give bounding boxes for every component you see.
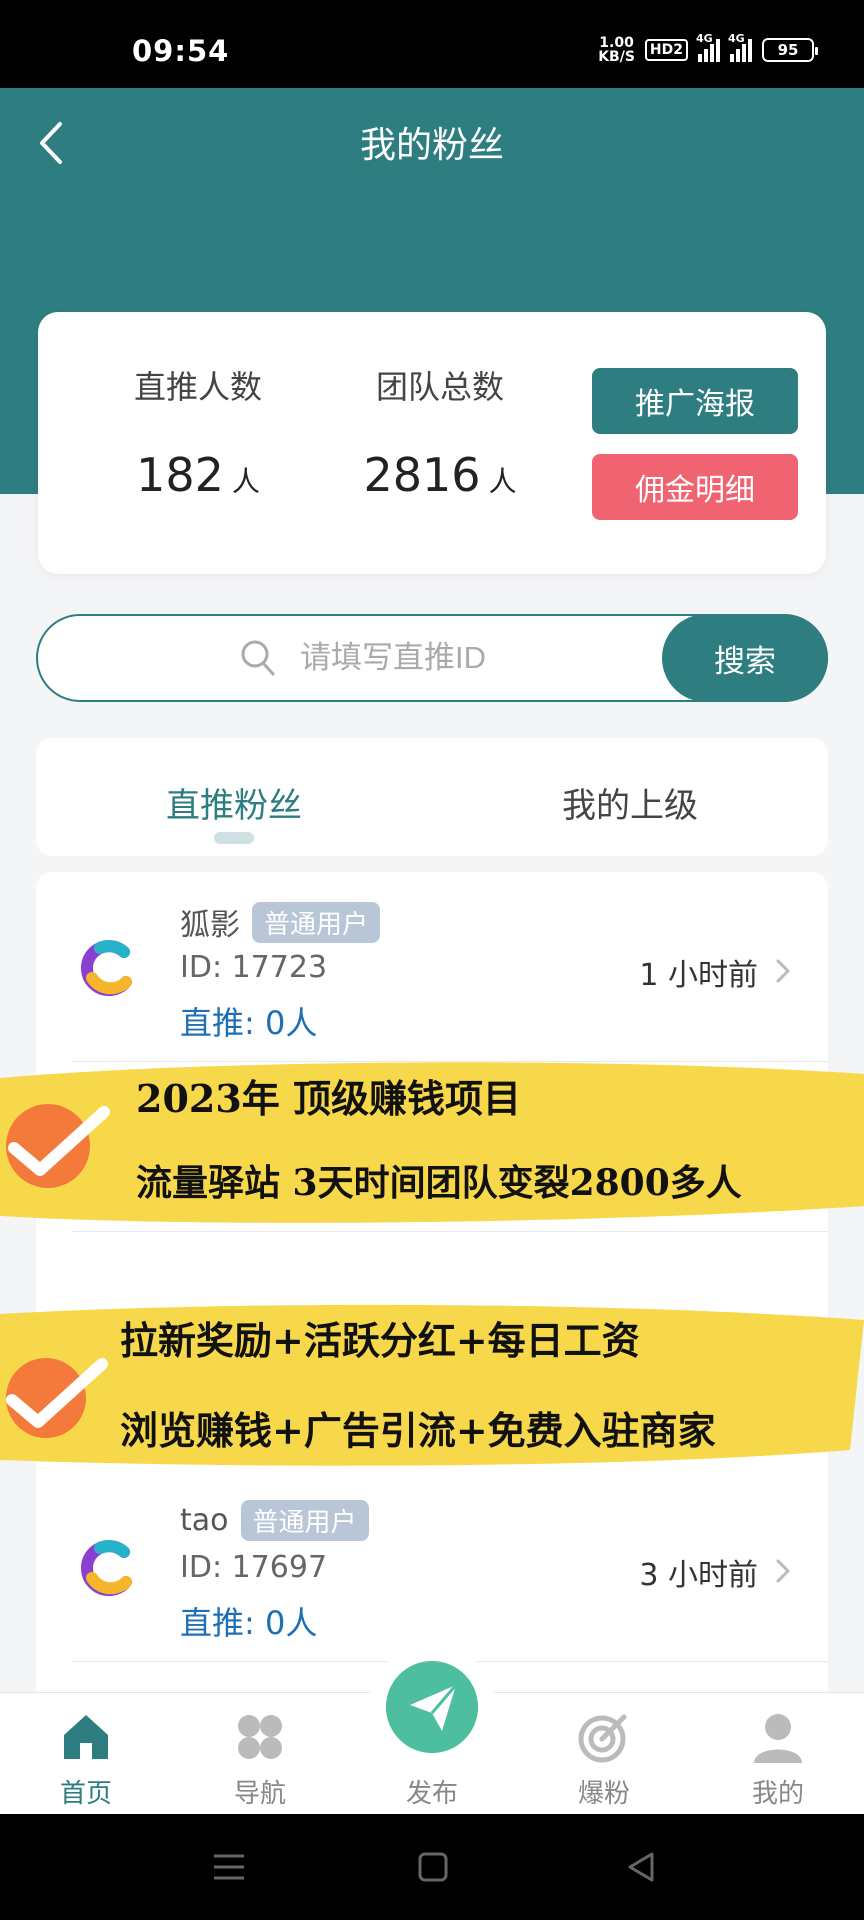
back-triangle-icon[interactable] bbox=[618, 1844, 664, 1890]
nav-navigation[interactable]: 导航 bbox=[200, 1709, 320, 1810]
team-count-unit: 人 bbox=[488, 465, 517, 498]
nav-mine[interactable]: 我的 bbox=[718, 1709, 838, 1810]
promo-banner: 2023年 顶级赚钱项目 流量驿站 3天时间团队变裂2800多人 bbox=[0, 1056, 864, 1226]
network-speed: 1.00 KB/S bbox=[598, 36, 635, 64]
search-icon bbox=[241, 640, 275, 676]
battery-level: 95 bbox=[777, 41, 799, 59]
banner-line-1: 2023年 顶级赚钱项目 bbox=[136, 1076, 521, 1121]
fan-join-time: 1 小时前 bbox=[639, 958, 758, 993]
team-count-label: 团队总数 bbox=[375, 368, 504, 406]
search-button[interactable]: 搜索 bbox=[662, 614, 828, 702]
promo-banner: 拉新奖励+活跃分红+每日工资 浏览赚钱+广告引流+免费入驻商家 bbox=[0, 1300, 864, 1470]
fan-direct-count: 直推: 0人 bbox=[180, 1604, 318, 1642]
search-input[interactable] bbox=[300, 634, 680, 682]
banner-line-4: 浏览赚钱+广告引流+免费入驻商家 bbox=[120, 1408, 716, 1453]
fan-name: tao 普通用户 bbox=[180, 1500, 369, 1541]
signal-icon: 4G bbox=[696, 32, 720, 62]
stats-card: 直推人数 182 人 团队总数 2816 人 推广海报 佣金明细 bbox=[38, 312, 826, 574]
tab-indicator bbox=[214, 832, 254, 844]
fan-direct-count: 直推: 0人 bbox=[180, 1004, 318, 1042]
avatar bbox=[80, 940, 132, 997]
nav-mine-label: 我的 bbox=[751, 1779, 804, 1809]
banner-line-3: 拉新奖励+活跃分红+每日工资 bbox=[120, 1318, 640, 1363]
team-count-stat: 团队总数 2816 人 bbox=[330, 362, 550, 502]
nav-home-label: 首页 bbox=[59, 1779, 112, 1809]
fans-tabs: 直推粉丝 我的上级 bbox=[36, 738, 828, 856]
hd-icon: HD2 bbox=[644, 39, 688, 61]
list-item[interactable]: 狐影 普通用户 ID: 17723 直推: 0人 1 小时前 bbox=[36, 872, 828, 1062]
chevron-right-icon bbox=[776, 959, 790, 983]
network-speed-value: 1.00 bbox=[599, 35, 634, 51]
status-time: 09:54 bbox=[132, 34, 230, 68]
battery-icon: 95 bbox=[762, 38, 818, 62]
fan-id: ID: 17723 bbox=[180, 950, 328, 985]
fan-id: ID: 17697 bbox=[180, 1550, 328, 1585]
signal-icon: 4G bbox=[728, 32, 752, 62]
fan-name-text: tao bbox=[180, 1503, 229, 1538]
nav-boost-fans[interactable]: 爆粉 bbox=[544, 1709, 664, 1810]
direct-count-label: 直推人数 bbox=[133, 368, 262, 406]
team-count-number: 2816 bbox=[363, 448, 481, 502]
direct-count-unit: 人 bbox=[231, 465, 260, 498]
promo-poster-button[interactable]: 推广海报 bbox=[592, 368, 798, 434]
nav-boost-fans-label: 爆粉 bbox=[577, 1779, 630, 1809]
network-speed-unit: KB/S bbox=[598, 49, 635, 65]
commission-detail-button[interactable]: 佣金明细 bbox=[592, 454, 798, 520]
nav-navigation-label: 导航 bbox=[233, 1779, 286, 1809]
user-icon bbox=[754, 1714, 802, 1763]
fan-name-text: 狐影 bbox=[180, 908, 240, 943]
direct-count-number: 182 bbox=[136, 448, 224, 502]
fans-list: 狐影 普通用户 ID: 17723 直推: 0人 1 小时前 tao 普通用户 … bbox=[36, 872, 828, 1692]
signal-label: 4G bbox=[728, 32, 745, 45]
check-icon bbox=[6, 1104, 110, 1188]
home-icon bbox=[64, 1715, 108, 1759]
avatar bbox=[80, 1540, 132, 1597]
signal-label: 4G bbox=[696, 32, 713, 45]
fan-join-time: 3 小时前 bbox=[639, 1558, 758, 1593]
tab-direct-fans[interactable]: 直推粉丝 bbox=[36, 778, 432, 827]
system-nav-bar bbox=[0, 1814, 864, 1920]
list-item[interactable]: tao 普通用户 ID: 17697 直推: 0人 3 小时前 bbox=[36, 1472, 828, 1662]
direct-count-stat: 直推人数 182 人 bbox=[88, 362, 308, 502]
team-count-value: 2816 人 bbox=[330, 448, 550, 502]
page-title: 我的粉丝 bbox=[359, 125, 504, 166]
status-bar: 09:54 1.00 KB/S HD2 4G 4G 95 bbox=[0, 0, 864, 88]
nav-home[interactable]: 首页 bbox=[26, 1709, 146, 1810]
nav-publish-label[interactable]: 发布 bbox=[372, 1773, 492, 1810]
search-bar: 搜索 bbox=[36, 614, 828, 702]
user-level-badge: 普通用户 bbox=[252, 901, 381, 943]
fan-name: 狐影 普通用户 bbox=[180, 900, 381, 944]
home-square-icon[interactable] bbox=[410, 1844, 456, 1890]
target-icon bbox=[578, 1714, 627, 1763]
menu-icon[interactable] bbox=[206, 1844, 252, 1890]
direct-count-value: 182 人 bbox=[88, 448, 308, 502]
grid-icon bbox=[238, 1715, 282, 1759]
chevron-right-icon bbox=[776, 1559, 790, 1583]
user-level-badge: 普通用户 bbox=[240, 1500, 369, 1541]
tab-my-superior[interactable]: 我的上级 bbox=[432, 778, 828, 827]
send-icon[interactable] bbox=[386, 1661, 478, 1753]
check-icon bbox=[6, 1358, 108, 1438]
bottom-nav: 首页 导航 发布 爆粉 我的 bbox=[0, 1643, 864, 1814]
banner-line-2: 流量驿站 3天时间团队变裂2800多人 bbox=[136, 1162, 742, 1204]
status-icons: 1.00 KB/S HD2 4G 4G 95 bbox=[598, 32, 818, 64]
